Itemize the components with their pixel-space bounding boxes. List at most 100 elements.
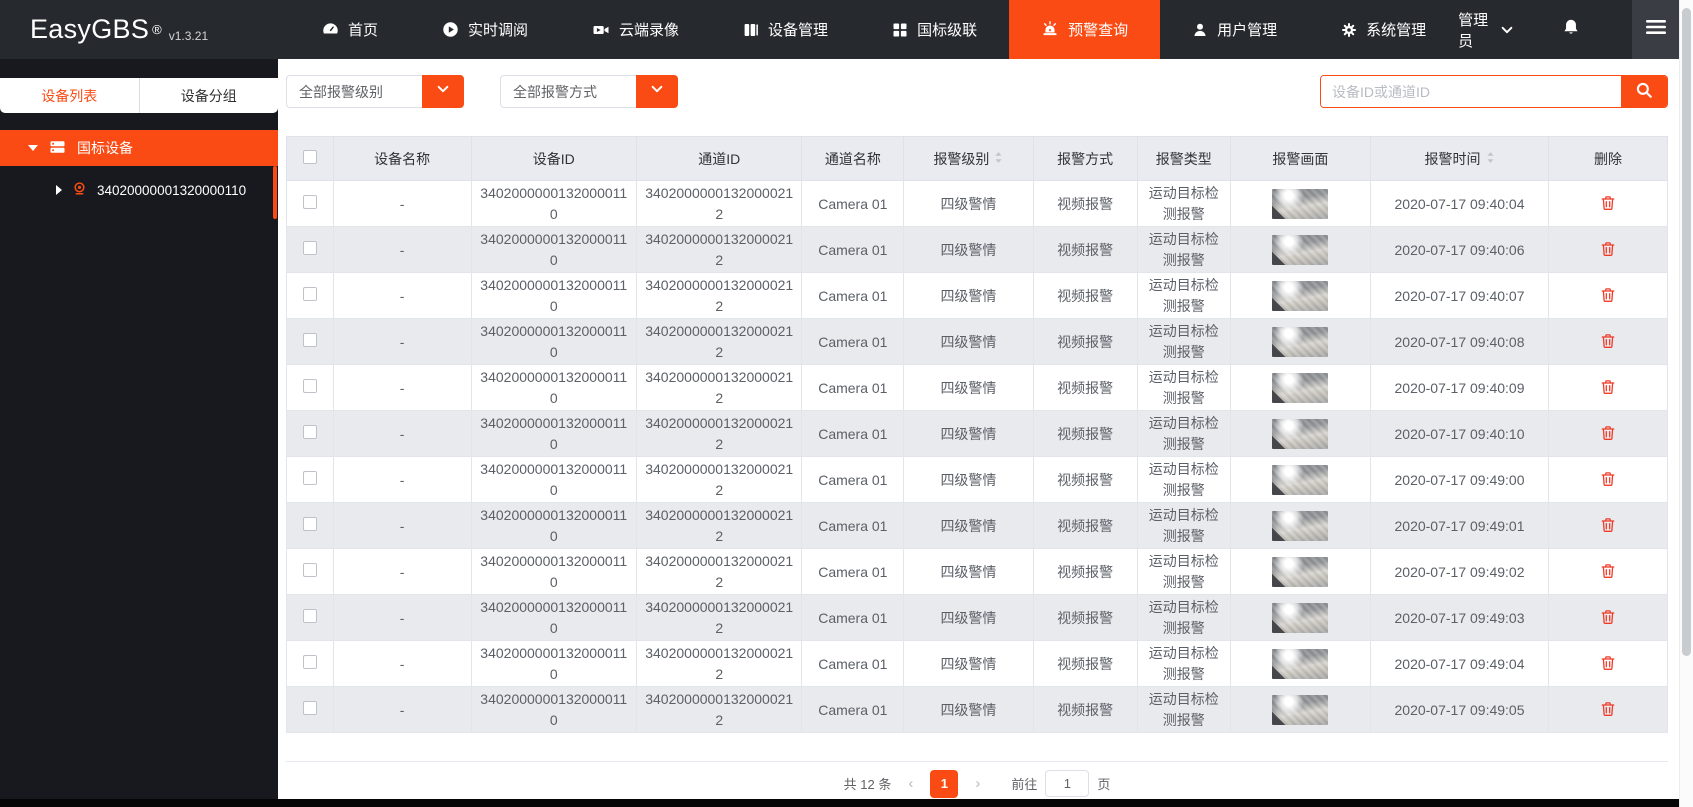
delete-button[interactable] <box>1598 331 1618 351</box>
alarm-snapshot-thumbnail[interactable] <box>1272 280 1329 311</box>
nav-item-alarm[interactable]: 预警查询 <box>1009 0 1161 59</box>
row-checkbox[interactable] <box>302 563 317 577</box>
cell-alarm-level: 四级警情 <box>903 640 1034 687</box>
delete-button[interactable] <box>1598 699 1618 719</box>
alarm-snapshot-thumbnail[interactable] <box>1272 556 1329 587</box>
hamburger-menu-button[interactable] <box>1632 0 1679 59</box>
cell-alarm-time: 2020-07-17 09:49:04 <box>1369 640 1550 687</box>
delete-button[interactable] <box>1598 607 1618 627</box>
nav-item-user[interactable]: 用户管理 <box>1160 0 1309 59</box>
cell-alarm-level: 四级警情 <box>903 180 1034 227</box>
goto-page-input[interactable] <box>1045 770 1090 797</box>
row-checkbox[interactable] <box>302 425 317 439</box>
alarm-snapshot-thumbnail[interactable] <box>1272 372 1329 403</box>
nav-item-label: 云端录像 <box>619 22 680 39</box>
alarm-icon <box>1041 21 1059 38</box>
cell-device-id: 34020000001320000110 <box>470 686 637 733</box>
cell-alarm-time: 2020-07-17 09:49:02 <box>1369 548 1550 595</box>
cell-channel-name: Camera 01 <box>801 548 905 595</box>
table-row: - 34020000001320000110 34020000001320000… <box>286 226 1668 273</box>
delete-button[interactable] <box>1598 423 1618 443</box>
alarm-snapshot-thumbnail[interactable] <box>1272 188 1329 219</box>
alarm-method-dropdown-button[interactable] <box>636 75 678 108</box>
nav-item-devices[interactable]: 设备管理 <box>711 0 860 59</box>
row-checkbox[interactable] <box>302 655 317 669</box>
row-checkbox[interactable] <box>302 517 317 531</box>
play-icon <box>442 21 459 38</box>
alarm-snapshot-thumbnail[interactable] <box>1272 418 1329 449</box>
nav-item-label: 用户管理 <box>1217 22 1278 39</box>
nav-item-cascade[interactable]: 国标级联 <box>860 0 1009 59</box>
prev-page-button[interactable]: ‹ <box>904 775 917 792</box>
cell-delete <box>1548 364 1668 411</box>
caret-down-icon <box>28 145 38 151</box>
page-scrollbar-thumb[interactable] <box>1682 8 1691 656</box>
webcam-icon <box>72 181 87 199</box>
table-row: - 34020000001320000110 34020000001320000… <box>286 318 1668 365</box>
search-button[interactable] <box>1621 76 1667 107</box>
row-checkbox[interactable] <box>302 333 317 347</box>
row-checkbox[interactable] <box>302 195 317 209</box>
sort-carets-icon <box>994 151 1003 167</box>
alarm-snapshot-thumbnail[interactable] <box>1272 464 1329 495</box>
alarm-snapshot-thumbnail[interactable] <box>1272 648 1329 679</box>
delete-button[interactable] <box>1598 561 1618 581</box>
notification-bell-button[interactable] <box>1562 18 1580 41</box>
delete-button[interactable] <box>1598 377 1618 397</box>
delete-button[interactable] <box>1598 285 1618 305</box>
admin-menu[interactable]: 管理员 <box>1458 9 1514 51</box>
alarm-snapshot-thumbnail[interactable] <box>1272 694 1329 725</box>
alarm-time-sort-button[interactable]: 报警时间 <box>1425 149 1495 169</box>
dashboard-icon <box>322 21 339 38</box>
alarm-snapshot-thumbnail[interactable] <box>1272 234 1329 265</box>
alarm-level-dropdown[interactable]: 全部报警级别 <box>286 75 464 108</box>
tab-device-group[interactable]: 设备分组 <box>140 78 279 113</box>
row-checkbox[interactable] <box>302 287 317 301</box>
trash-icon <box>1600 472 1616 490</box>
nav-item-play[interactable]: 实时调阅 <box>410 0 560 59</box>
page-1-button[interactable]: 1 <box>930 769 959 798</box>
search-input[interactable] <box>1321 76 1621 107</box>
select-all-checkbox[interactable] <box>302 150 317 164</box>
delete-button[interactable] <box>1598 515 1618 535</box>
alarm-snapshot-thumbnail[interactable] <box>1272 326 1329 357</box>
table-row: - 34020000001320000110 34020000001320000… <box>286 594 1668 641</box>
tree-node-device[interactable]: 34020000001320000110 <box>0 176 278 204</box>
row-checkbox[interactable] <box>302 379 317 393</box>
delete-button[interactable] <box>1598 469 1618 489</box>
cell-device-id: 34020000001320000110 <box>470 272 637 319</box>
trash-icon <box>1600 702 1616 720</box>
tab-device-list[interactable]: 设备列表 <box>0 78 140 113</box>
alarm-snapshot-thumbnail[interactable] <box>1272 602 1329 633</box>
nav-item-gear[interactable]: 系统管理 <box>1309 0 1458 59</box>
alarm-method-dropdown[interactable]: 全部报警方式 <box>500 75 678 108</box>
sidebar-scrollbar-thumb[interactable] <box>273 166 277 219</box>
row-checkbox[interactable] <box>302 241 317 255</box>
topbar-right: 管理员 <box>1458 0 1679 59</box>
nav-item-label: 首页 <box>348 22 379 39</box>
nav-item-dashboard[interactable]: 首页 <box>290 0 410 59</box>
alarm-level-sort-button[interactable]: 报警级别 <box>933 149 1003 169</box>
cell-alarm-time: 2020-07-17 09:49:05 <box>1369 686 1550 733</box>
nav-item-label: 预警查询 <box>1068 22 1129 39</box>
delete-button[interactable] <box>1598 239 1618 259</box>
page-scrollbar-track[interactable] <box>1679 0 1693 807</box>
cell-channel-id: 34020000001320000212 <box>635 226 803 273</box>
cell-channel-name: Camera 01 <box>801 502 905 549</box>
alarm-level-dropdown-button[interactable] <box>422 75 464 108</box>
cell-alarm-type: 运动目标检测报警 <box>1136 594 1231 641</box>
row-checkbox[interactable] <box>302 701 317 715</box>
row-checkbox[interactable] <box>302 471 317 485</box>
cell-device-id: 34020000001320000110 <box>470 456 637 503</box>
tree-node-gb-devices[interactable]: 国标设备 <box>0 130 278 166</box>
delete-button[interactable] <box>1598 193 1618 213</box>
alarm-snapshot-thumbnail[interactable] <box>1272 510 1329 541</box>
delete-button[interactable] <box>1598 653 1618 673</box>
top-navbar: EasyGBS ® v1.3.21 首页 实时调阅 云端录像 设备管理 国标级联 预警查询… <box>0 0 1679 59</box>
nav-item-video-camera[interactable]: 云端录像 <box>560 0 711 59</box>
trash-icon <box>1600 334 1616 352</box>
row-checkbox[interactable] <box>302 609 317 623</box>
header-delete: 删除 <box>1548 136 1668 181</box>
table-row: - 34020000001320000110 34020000001320000… <box>286 502 1668 549</box>
next-page-button[interactable]: › <box>971 775 984 792</box>
